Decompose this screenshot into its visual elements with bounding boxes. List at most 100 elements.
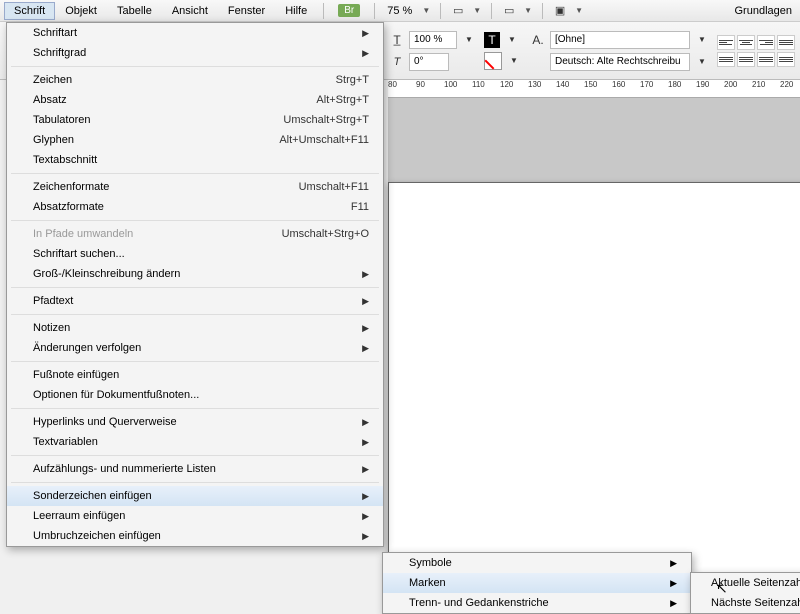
ruler-tick: 140 xyxy=(556,80,569,89)
menu-shortcut: Umschalt+F11 xyxy=(299,181,369,193)
menu-item[interactable]: TabulatorenUmschalt+Strg+T xyxy=(7,110,383,130)
menu-item[interactable]: Pfadtext▶ xyxy=(7,291,383,311)
menu-item[interactable]: AbsatzAlt+Strg+T xyxy=(7,90,383,110)
menu-schrift[interactable]: Schrift xyxy=(4,2,55,20)
menu-item-label: Aufzählungs- und nummerierte Listen xyxy=(33,463,356,475)
menu-item[interactable]: Notizen▶ xyxy=(7,318,383,338)
menu-item-label: Umbruchzeichen einfügen xyxy=(33,530,356,542)
submenu-item[interactable]: Symbole▶ xyxy=(383,553,691,573)
menu-item[interactable]: Änderungen verfolgen▶ xyxy=(7,338,383,358)
menu-shortcut: Umschalt+Strg+O xyxy=(282,228,369,240)
ruler-tick: 220 xyxy=(780,80,793,89)
menu-item[interactable]: AbsatzformateF11 xyxy=(7,197,383,217)
language-select[interactable] xyxy=(550,53,690,71)
menu-item[interactable]: Umbruchzeichen einfügen ▶ xyxy=(7,526,383,546)
menu-item-label: In Pfade umwandeln xyxy=(33,228,282,240)
submenu-item[interactable]: Marken▶ xyxy=(383,573,691,593)
zoom-level[interactable]: 75 % xyxy=(381,5,418,17)
menu-item[interactable]: Textabschnitt xyxy=(7,150,383,170)
char-style-icon: A. xyxy=(529,32,547,48)
menu-item-label: Textabschnitt xyxy=(33,154,369,166)
ruler-tick: 110 xyxy=(472,80,485,89)
workspace-switcher[interactable]: Grundlagen xyxy=(727,5,800,17)
menu-fenster[interactable]: Fenster xyxy=(218,2,275,20)
stroke-none-icon[interactable] xyxy=(484,52,502,70)
menu-item[interactable]: Textvariablen▶ xyxy=(7,432,383,452)
menu-item[interactable]: Aufzählungs- und nummerierte Listen ▶ xyxy=(7,459,383,479)
horizontal-ruler: 8090100110120130140150160170180190200210… xyxy=(388,80,800,98)
menu-item[interactable]: Leerraum einfügen▶ xyxy=(7,506,383,526)
menu-item-label: Sonderzeichen einfügen xyxy=(33,490,356,502)
menu-objekt[interactable]: Objekt xyxy=(55,2,107,20)
submenu2-item[interactable]: Nächste Seitenzahl xyxy=(691,593,800,613)
menu-shortcut: Umschalt+Strg+T xyxy=(283,114,369,126)
submenu-item[interactable]: Trenn- und Gedankenstriche▶ xyxy=(383,593,691,613)
submenu-arrow-icon: ▶ xyxy=(362,464,369,475)
align-left-button[interactable] xyxy=(717,35,735,50)
submenu-arrow-icon: ▶ xyxy=(362,343,369,354)
menu-tabelle[interactable]: Tabelle xyxy=(107,2,162,20)
menu-divider xyxy=(11,455,379,456)
menu-item[interactable]: Schriftart ▶ xyxy=(7,23,383,43)
menu-item[interactable]: GlyphenAlt+Umschalt+F11 xyxy=(7,130,383,150)
submenu-arrow-icon: ▶ xyxy=(670,598,677,609)
chevron-down-icon[interactable]: ▼ xyxy=(460,32,478,48)
chevron-down-icon[interactable]: ▼ xyxy=(571,6,587,15)
align-center-button[interactable] xyxy=(737,35,755,50)
justify-center-button[interactable] xyxy=(737,52,755,67)
ruler-tick: 170 xyxy=(640,80,653,89)
document-canvas[interactable] xyxy=(388,98,800,600)
ruler-tick: 180 xyxy=(668,80,681,89)
menu-item[interactable]: Schriftgrad▶ xyxy=(7,43,383,63)
text-fill-icon[interactable]: T xyxy=(484,32,500,48)
arrange-icon[interactable]: ▣ xyxy=(549,2,571,20)
chevron-down-icon[interactable]: ▼ xyxy=(505,53,523,69)
separator xyxy=(374,3,375,19)
chevron-down-icon[interactable]: ▼ xyxy=(469,6,485,15)
horizontal-scale-input[interactable] xyxy=(409,31,457,49)
ruler-tick: 130 xyxy=(528,80,541,89)
bridge-button[interactable]: Br xyxy=(338,4,360,17)
screen-mode-icon[interactable]: ▭ xyxy=(498,2,520,20)
menu-item[interactable]: Schriftart suchen... xyxy=(7,244,383,264)
chevron-down-icon[interactable]: ▼ xyxy=(693,32,711,48)
chevron-down-icon[interactable]: ▼ xyxy=(520,6,536,15)
separator xyxy=(491,3,492,19)
justify-right-button[interactable] xyxy=(757,52,775,67)
chevron-down-icon[interactable]: ▼ xyxy=(418,6,434,15)
menu-item-label: Absatz xyxy=(33,94,316,106)
justify-left-button[interactable] xyxy=(717,52,735,67)
chevron-down-icon[interactable]: ▼ xyxy=(693,54,711,70)
submenu2-item[interactable]: Aktuelle Seitenzahl xyxy=(691,573,800,593)
menu-item[interactable]: Groß-/Kleinschreibung ändern▶ xyxy=(7,264,383,284)
submenu-arrow-icon: ▶ xyxy=(362,531,369,542)
page[interactable] xyxy=(388,182,800,602)
menu-item[interactable]: Sonderzeichen einfügen▶ xyxy=(7,486,383,506)
menu-item[interactable]: ZeichenformateUmschalt+F11 xyxy=(7,177,383,197)
align-justify-button[interactable] xyxy=(777,35,795,50)
separator xyxy=(440,3,441,19)
menu-item-label: Textvariablen xyxy=(33,436,356,448)
rotation-input[interactable] xyxy=(409,53,449,71)
menu-item[interactable]: Optionen für Dokumentfußnoten... xyxy=(7,385,383,405)
ruler-tick: 210 xyxy=(752,80,765,89)
menu-ansicht[interactable]: Ansicht xyxy=(162,2,218,20)
chevron-down-icon[interactable]: ▼ xyxy=(503,32,521,48)
menu-hilfe[interactable]: Hilfe xyxy=(275,2,317,20)
separator xyxy=(542,3,543,19)
align-right-button[interactable] xyxy=(757,35,775,50)
menu-item-label: Schriftart xyxy=(33,27,356,39)
submenu-arrow-icon: ▶ xyxy=(362,28,369,39)
menu-item-label: Fußnote einfügen xyxy=(33,369,369,381)
menu-item[interactable]: Fußnote einfügen xyxy=(7,365,383,385)
menu-item-label: Schriftgrad xyxy=(33,47,356,59)
menu-item[interactable]: ZeichenStrg+T xyxy=(7,70,383,90)
menu-item-label: Zeichenformate xyxy=(33,181,299,193)
menu-item[interactable]: Hyperlinks und Querverweise▶ xyxy=(7,412,383,432)
submenu-item-label: Trenn- und Gedankenstriche xyxy=(409,597,670,609)
justify-all-button[interactable] xyxy=(777,52,795,67)
character-style-select[interactable] xyxy=(550,31,690,49)
menu-item-label: Pfadtext xyxy=(33,295,356,307)
view-mode-icon[interactable]: ▭ xyxy=(447,2,469,20)
menu-item-label: Groß-/Kleinschreibung ändern xyxy=(33,268,356,280)
